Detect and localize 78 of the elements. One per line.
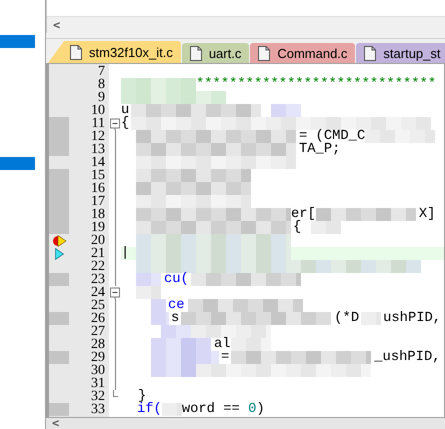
line-number: 12 — [90, 130, 106, 143]
fold-toggle-icon[interactable] — [110, 286, 120, 299]
horizontal-scrollbar[interactable]: < — [46, 418, 445, 429]
code-text: ***************************** — [196, 78, 436, 91]
document-icon — [258, 46, 270, 60]
mosaic-drawing — [49, 351, 69, 364]
code-text: = (CMD_C — [299, 130, 366, 143]
line-number: 8 — [97, 78, 106, 91]
scroll-left-arrow[interactable]: < — [47, 20, 60, 30]
code-text: u — [121, 104, 130, 117]
code-text: (*D — [334, 312, 360, 325]
line-number: 32 — [90, 390, 106, 403]
code-text: cu( — [164, 273, 189, 286]
line-number: 22 — [90, 260, 106, 273]
code-text: ) — [256, 403, 265, 416]
code-text: { — [121, 117, 130, 130]
mosaic-drawing — [49, 273, 69, 286]
line-number: 10 — [90, 104, 106, 117]
line-number: 23 — [90, 273, 106, 286]
code-text: er[ — [291, 208, 316, 221]
mosaic-drawing — [49, 143, 69, 156]
code-text: al — [214, 338, 231, 351]
line-number: 33 — [90, 403, 106, 416]
document-icon — [70, 44, 82, 60]
mosaic-drawing — [49, 312, 69, 325]
line-number: 9 — [98, 91, 106, 104]
line-number: 27 — [90, 325, 106, 338]
line-number: 17 — [90, 195, 106, 208]
line-number: 24 — [90, 286, 106, 299]
arrow-icon — [54, 248, 64, 260]
file-tab[interactable]: stm32f10x_it.c — [48, 41, 181, 63]
code-text: 0 — [248, 403, 256, 416]
fold-toggle-icon[interactable] — [110, 117, 120, 130]
code-editor[interactable]: 7 8 ***************************** 9 10 u 11 { 12 = (CMD_C 13 TA_P; 14 15 16 17 18 er[ X] 19 { 20 21 | 22 23 cu( 24 25 ce 26 s (*D ushPID, 27 28 al 29 = _ushPID, 30 31 32 } 33 if( word == 0) — [46, 63, 445, 418]
code-text: | — [121, 247, 130, 260]
line-number: 31 — [90, 377, 106, 390]
mosaic-drawing — [49, 221, 69, 234]
code-text: s — [171, 312, 180, 325]
line-number: 25 — [90, 299, 106, 312]
code-text: ce — [168, 299, 185, 312]
code-text: _ushPID, — [374, 351, 441, 364]
code-text: X] — [418, 208, 436, 221]
document-icon — [364, 46, 376, 60]
selection-bar — [0, 35, 35, 48]
selection-bar — [0, 157, 35, 170]
file-tab[interactable]: startup_st — [356, 43, 445, 63]
line-number: 13 — [90, 143, 106, 156]
code-text: ushPID, — [383, 312, 442, 325]
line-number: 21 — [90, 247, 106, 260]
line-number: 29 — [90, 351, 106, 364]
line-number: 30 — [90, 364, 106, 377]
line-number: 7 — [97, 65, 106, 78]
code-text: = — [221, 351, 230, 364]
mosaic-drawing — [49, 169, 69, 182]
scroll-left-arrow[interactable]: < — [46, 418, 60, 429]
line-number: 11 — [90, 117, 106, 130]
code-text: } — [138, 390, 146, 403]
line-number: 14 — [90, 156, 106, 169]
line-number: 20 — [90, 234, 106, 247]
horizontal-scrollbar[interactable]: < — [47, 16, 445, 33]
breakpoint-icon — [52, 234, 66, 246]
code-text: if( — [137, 403, 162, 416]
file-tab[interactable]: Command.c — [250, 43, 356, 63]
line-number: 16 — [90, 182, 106, 195]
mosaic-drawing — [49, 117, 69, 130]
line-number: 28 — [90, 338, 106, 351]
code-text: TA_P; — [299, 143, 340, 156]
code-text: { — [293, 221, 302, 234]
mosaic-drawing — [162, 403, 182, 416]
line-number: 18 — [90, 208, 106, 221]
mosaic-drawing — [361, 312, 382, 325]
line-number: 19 — [90, 221, 106, 234]
code-text: word == — [182, 403, 241, 416]
file-tab[interactable]: uart.c — [182, 43, 250, 63]
line-number: 26 — [90, 312, 106, 325]
line-number: 15 — [90, 169, 106, 182]
document-icon — [190, 46, 202, 60]
mosaic-drawing — [49, 403, 69, 416]
